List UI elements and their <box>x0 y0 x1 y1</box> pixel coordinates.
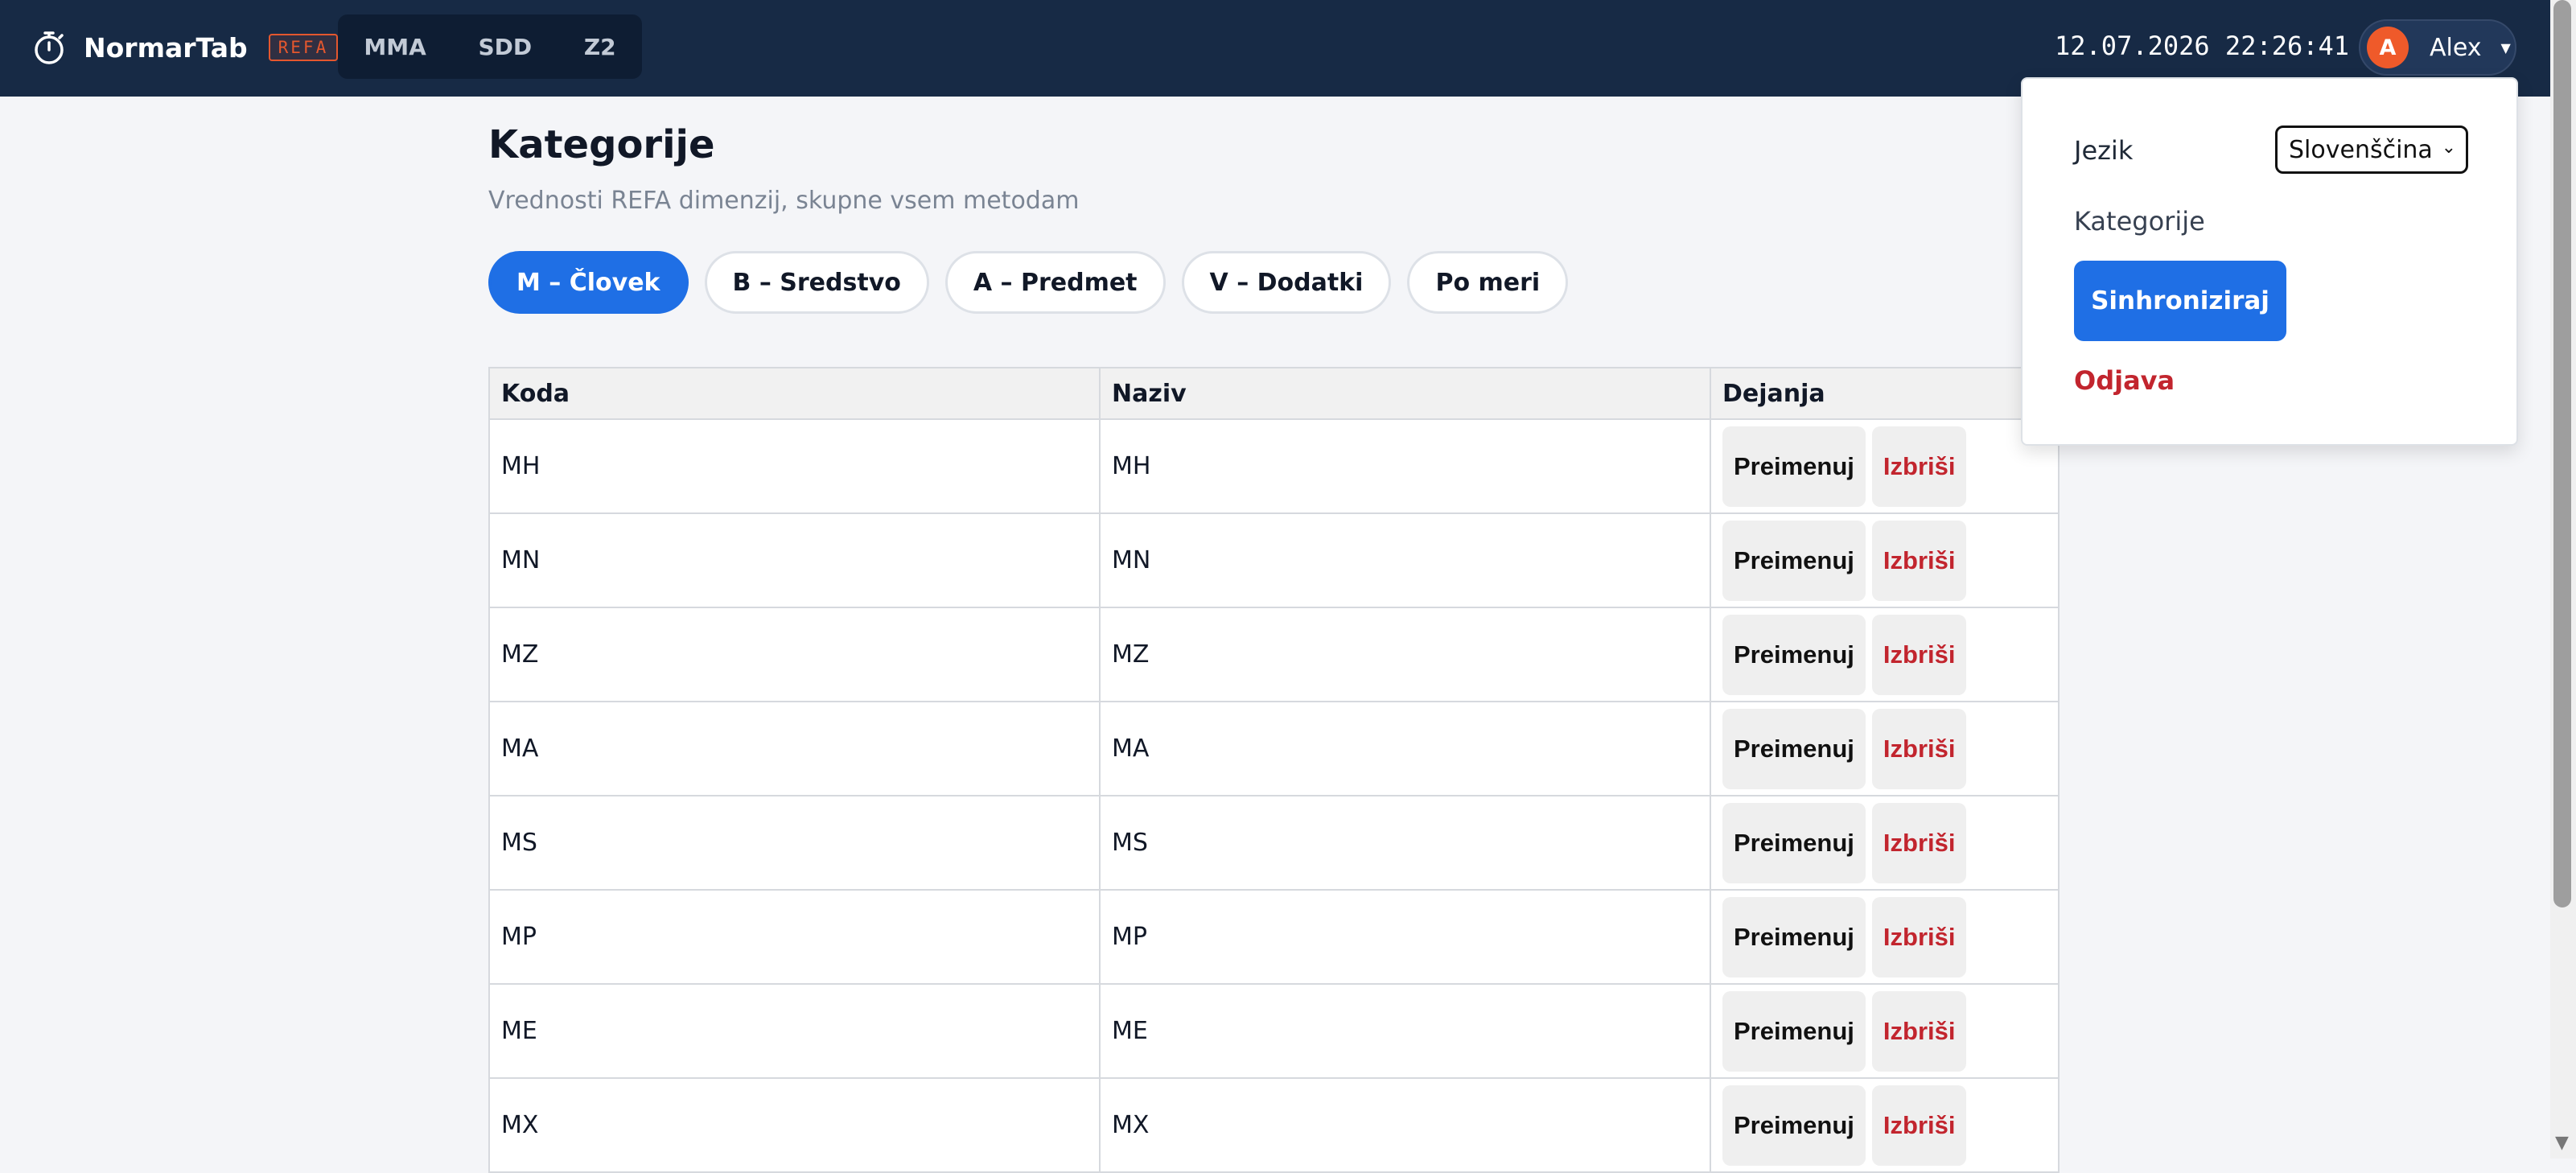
rename-button[interactable]: Preimenuj <box>1722 802 1866 883</box>
cell-actions: Preimenuj Izbriši <box>1710 889 2060 985</box>
user-dropdown-menu: Jezik Slovenščina ⌄ Kategorije Sinhroniz… <box>2021 77 2518 446</box>
rename-button[interactable]: Preimenuj <box>1722 990 1866 1072</box>
table-row: MP MP Preimenuj Izbriši <box>488 889 2060 985</box>
page-title: Kategorije <box>488 122 715 167</box>
table-row: MZ MZ Preimenuj Izbriši <box>488 607 2060 702</box>
table-row: MX MX Preimenuj Izbriši <box>488 1077 2060 1173</box>
table-row: MA MA Preimenuj Izbriši <box>488 701 2060 796</box>
cell-actions: Preimenuj Izbriši <box>1710 418 2060 514</box>
table-row: MH MH Preimenuj Izbriši <box>488 418 2060 514</box>
chevron-down-icon: ⌄ <box>2441 138 2456 158</box>
table-row: ME ME Preimenuj Izbriši <box>488 983 2060 1079</box>
column-header-actions: Dejanja <box>1710 367 2060 420</box>
tab-z2[interactable]: Z2 <box>574 26 626 68</box>
delete-button[interactable]: Izbriši <box>1871 426 1967 507</box>
tab-sdd[interactable]: SDD <box>468 26 541 68</box>
cell-name: MH <box>1099 418 1711 514</box>
cell-code: MX <box>488 1077 1101 1173</box>
delete-button[interactable]: Izbriši <box>1871 990 1967 1072</box>
user-menu-button[interactable]: A Alex ▼ <box>2359 19 2516 76</box>
column-header-code: Koda <box>488 367 1101 420</box>
table-header-row: Koda Naziv Dejanja <box>488 367 2060 420</box>
scrollbar-thumb[interactable] <box>2553 0 2571 908</box>
table-row: MS MS Preimenuj Izbriši <box>488 795 2060 891</box>
cell-name: MX <box>1099 1077 1711 1173</box>
cell-name: ME <box>1099 983 1711 1079</box>
logout-link[interactable]: Odjava <box>2074 365 2175 396</box>
delete-button[interactable]: Izbriši <box>1871 520 1967 601</box>
cell-code: MH <box>488 418 1101 514</box>
categories-table: Koda Naziv Dejanja MH MH Preimenuj Izbriš… <box>488 367 2060 1173</box>
cell-name: MZ <box>1099 607 1711 702</box>
tab-po-meri[interactable]: Po meri <box>1407 251 1569 314</box>
tab-v-dodatki[interactable]: V – Dodatki <box>1181 251 1392 314</box>
stopwatch-icon <box>31 29 68 66</box>
delete-button[interactable]: Izbriši <box>1871 1085 1967 1166</box>
rename-button[interactable]: Preimenuj <box>1722 520 1866 601</box>
cell-actions: Preimenuj Izbriši <box>1710 607 2060 702</box>
language-select-value: Slovenščina <box>2289 135 2433 164</box>
cell-actions: Preimenuj Izbriši <box>1710 983 2060 1079</box>
tab-mma[interactable]: MMA <box>354 26 435 68</box>
scrollbar[interactable]: ▼ <box>2550 0 2576 1159</box>
rename-button[interactable]: Preimenuj <box>1722 426 1866 507</box>
cell-code: MN <box>488 512 1101 608</box>
rename-button[interactable]: Preimenuj <box>1722 1085 1866 1166</box>
rename-button[interactable]: Preimenuj <box>1722 708 1866 789</box>
language-label: Jezik <box>2074 135 2134 166</box>
delete-button[interactable]: Izbriši <box>1871 614 1967 695</box>
delete-button[interactable]: Izbriši <box>1871 896 1967 977</box>
rename-button[interactable]: Preimenuj <box>1722 614 1866 695</box>
scroll-down-arrow-icon[interactable]: ▼ <box>2555 1133 2569 1153</box>
tab-a-predmet[interactable]: A – Predmet <box>944 251 1166 314</box>
tab-m-clovek[interactable]: M – Človek <box>488 251 689 314</box>
cell-name: MA <box>1099 701 1711 796</box>
cell-code: MS <box>488 795 1101 891</box>
cell-code: MP <box>488 889 1101 985</box>
tab-b-sredstvo[interactable]: B – Sredstvo <box>704 251 929 314</box>
delete-button[interactable]: Izbriši <box>1871 708 1967 789</box>
user-name: Alex <box>2430 33 2482 62</box>
datetime-display: 12.07.2026 22:26:41 <box>2055 31 2350 61</box>
cell-code: ME <box>488 983 1101 1079</box>
app-name: NormarTab <box>84 31 248 64</box>
rename-button[interactable]: Preimenuj <box>1722 896 1866 977</box>
cell-code: MZ <box>488 607 1101 702</box>
cell-actions: Preimenuj Izbriši <box>1710 1077 2060 1173</box>
cell-actions: Preimenuj Izbriši <box>1710 795 2060 891</box>
language-select[interactable]: Slovenščina ⌄ <box>2275 126 2468 174</box>
cell-name: MS <box>1099 795 1711 891</box>
page-subtitle: Vrednosti REFA dimenzij, skupne vsem met… <box>488 187 1080 215</box>
cell-name: MN <box>1099 512 1711 608</box>
column-header-name: Naziv <box>1099 367 1711 420</box>
delete-button[interactable]: Izbriši <box>1871 802 1967 883</box>
cell-actions: Preimenuj Izbriši <box>1710 512 2060 608</box>
caret-down-icon: ▼ <box>2500 39 2511 56</box>
menu-item-categories[interactable]: Kategorije <box>2074 206 2205 237</box>
table-row: MN MN Preimenuj Izbriši <box>488 512 2060 608</box>
cell-code: MA <box>488 701 1101 796</box>
brand[interactable]: NormarTab REFA <box>31 24 339 71</box>
cell-name: MP <box>1099 889 1711 985</box>
category-tabs: M – Človek B – Sredstvo A – Predmet V – … <box>488 251 1584 314</box>
avatar: A <box>2367 27 2409 68</box>
sync-button[interactable]: Sinhroniziraj <box>2074 261 2286 341</box>
cell-actions: Preimenuj Izbriši <box>1710 701 2060 796</box>
refa-badge: REFA <box>268 34 339 61</box>
method-tabs: MMA SDD Z2 <box>338 14 642 79</box>
